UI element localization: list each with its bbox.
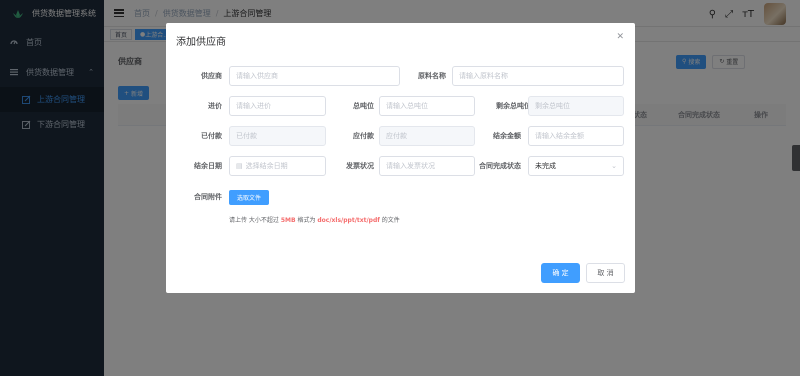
upload-tip-prefix: 请上传 大小不超过: [229, 217, 281, 224]
complete-select[interactable]: 未完成 ⌄: [528, 156, 624, 176]
cancel-button[interactable]: 取 消: [586, 263, 625, 283]
material-label: 原料名称: [418, 72, 446, 80]
material-placeholder: 请输入原料名称: [459, 72, 508, 80]
payable-placeholder: 应付款: [386, 132, 407, 140]
supplier-input[interactable]: 请输入供应商: [229, 66, 400, 86]
remain-ton-label: 剩余总吨位: [496, 102, 531, 110]
upload-tip-suffix: 的文件: [379, 217, 400, 224]
choose-file-label: 选取文件: [237, 195, 262, 202]
form-row: 已付款 已付款 应付款 应付款 结余金额 请输入结余金额: [166, 126, 635, 146]
upload-tip-size: 5MB: [280, 217, 296, 224]
close-icon[interactable]: ✕: [616, 32, 624, 42]
chevron-down-icon: ⌄: [611, 162, 617, 170]
balance-input[interactable]: 请输入结余金额: [528, 126, 624, 146]
choose-file-button[interactable]: 选取文件: [229, 190, 270, 205]
supplier-placeholder: 请输入供应商: [236, 72, 278, 80]
complete-value: 未完成: [535, 162, 556, 170]
remain-ton-placeholder: 剩余总吨位: [535, 102, 570, 110]
attachment-label: 合同附件: [194, 193, 222, 201]
complete-label: 合同完成状态: [479, 162, 521, 170]
balance-label: 结余金额: [493, 132, 521, 140]
price-label: 进价: [208, 102, 222, 110]
settle-date-label: 结余日期: [194, 162, 222, 170]
price-input[interactable]: 请输入进价: [229, 96, 326, 116]
balance-placeholder: 请输入结余金额: [535, 132, 584, 140]
dialog-title: 添加供应商: [176, 37, 226, 48]
upload-tip-middle: 格式为: [295, 217, 318, 224]
upload-tip: 请上传 大小不超过 5MB 格式为 doc/xls/ppt/txt/pdf 的文…: [229, 215, 400, 224]
paid-placeholder: 已付款: [236, 132, 257, 140]
form-row: 供应商 请输入供应商 原料名称 请输入原料名称: [166, 66, 635, 86]
price-placeholder: 请输入进价: [236, 102, 271, 110]
settle-date-placeholder: 选择结余日期: [245, 162, 288, 170]
invoice-placeholder: 请输入发票状况: [386, 162, 435, 170]
invoice-input[interactable]: 请输入发票状况: [379, 156, 475, 176]
settle-date-picker[interactable]: ▤ 选择结余日期: [229, 156, 326, 176]
side-drawer-handle[interactable]: [792, 145, 800, 171]
add-supplier-dialog: 添加供应商 ✕ 供应商 请输入供应商 原料名称 请输入原料名称 进价 请输入进价…: [166, 23, 635, 293]
total-ton-placeholder: 请输入总吨位: [386, 102, 428, 110]
form-row: 结余日期 ▤ 选择结余日期 发票状况 请输入发票状况 合同完成状态 未完成 ⌄: [166, 156, 635, 176]
invoice-label: 发票状况: [346, 162, 374, 170]
paid-label: 已付款: [201, 132, 222, 140]
remain-ton-input: 剩余总吨位: [528, 96, 624, 116]
payable-input: 应付款: [379, 126, 475, 146]
form-row: 进价 请输入进价 总吨位 请输入总吨位 剩余总吨位 剩余总吨位: [166, 96, 635, 116]
supplier-label: 供应商: [201, 72, 222, 80]
calendar-icon: ▤: [236, 162, 243, 170]
total-ton-input[interactable]: 请输入总吨位: [379, 96, 475, 116]
payable-label: 应付款: [353, 132, 374, 140]
upload-tip-formats: doc/xls/ppt/txt/pdf: [317, 217, 380, 224]
total-ton-label: 总吨位: [353, 102, 374, 110]
paid-input: 已付款: [229, 126, 326, 146]
confirm-button[interactable]: 确 定: [541, 263, 580, 283]
material-input[interactable]: 请输入原料名称: [452, 66, 624, 86]
